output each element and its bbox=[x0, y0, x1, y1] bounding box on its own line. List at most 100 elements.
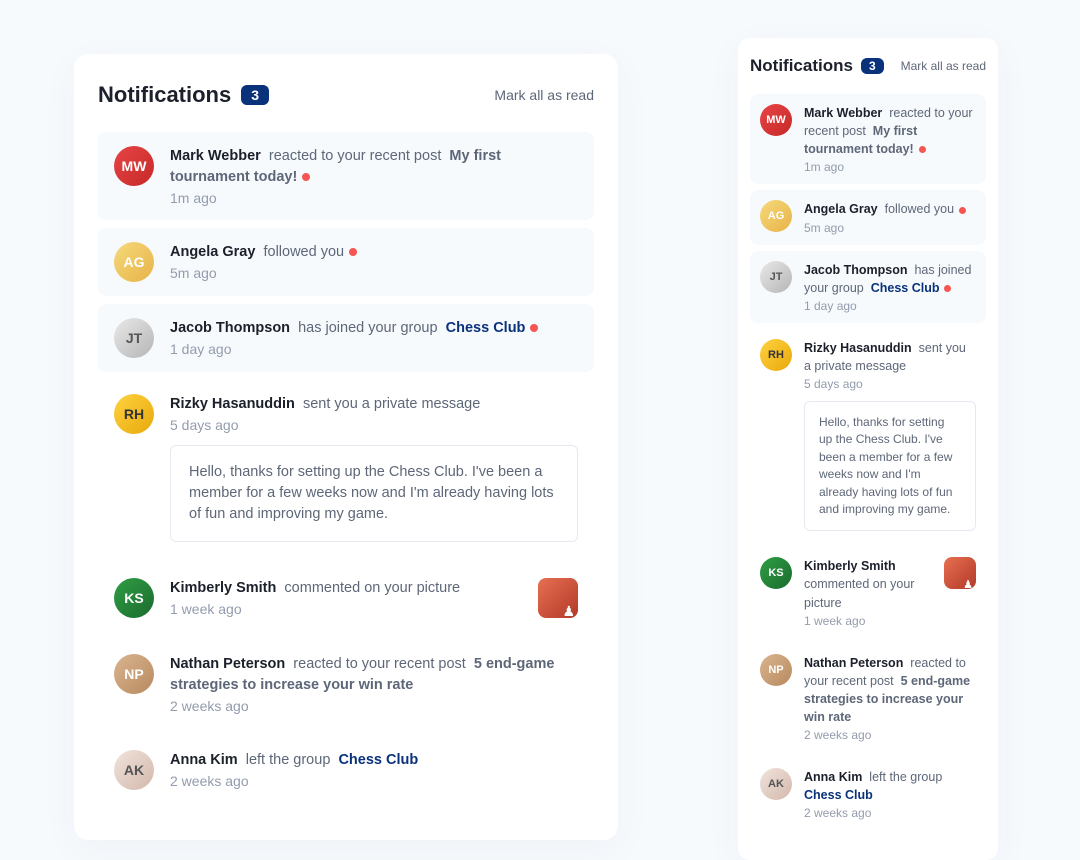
notification-item[interactable]: KSKimberly Smith commented on your pictu… bbox=[750, 547, 986, 637]
unread-dot-icon bbox=[530, 324, 538, 332]
timestamp: 5m ago bbox=[170, 265, 578, 281]
notification-body: Mark Webber reacted to your recent post … bbox=[804, 104, 976, 174]
page-title: Notifications bbox=[98, 82, 231, 108]
notification-item[interactable]: KS Kimberly Smith commented on your pictu… bbox=[98, 564, 594, 632]
target-link[interactable]: Chess Club bbox=[446, 320, 526, 336]
timestamp: 2 weeks ago bbox=[170, 773, 578, 789]
notification-body: Jacob Thompson has joined your group Che… bbox=[804, 261, 976, 313]
action-text: followed you bbox=[263, 244, 344, 260]
notification-body: Nathan Peterson reacted to your recent p… bbox=[804, 654, 976, 743]
notification-body: Mark Webber reacted to your recent post … bbox=[170, 146, 578, 206]
avatar[interactable]: RH bbox=[114, 394, 154, 434]
timestamp: 2 weeks ago bbox=[170, 698, 578, 714]
avatar[interactable]: RH bbox=[760, 339, 792, 371]
target-link[interactable]: Chess Club bbox=[804, 788, 873, 802]
notifications-list: MW Mark Webber reacted to your recent pos… bbox=[98, 132, 594, 804]
unread-dot-icon bbox=[959, 207, 966, 214]
user-name-link[interactable]: Jacob Thompson bbox=[804, 263, 907, 277]
timestamp: 1 day ago bbox=[804, 299, 976, 313]
notification-body: Angela Gray followed you 5m ago bbox=[170, 242, 578, 282]
notification-text: Angela Gray followed you bbox=[170, 242, 578, 263]
notification-item[interactable]: AK Anna Kim left the group Chess Club 2 we… bbox=[750, 758, 986, 830]
private-message-preview[interactable]: Hello, thanks for setting up the Chess C… bbox=[804, 401, 976, 531]
user-name-link[interactable]: Anna Kim bbox=[170, 752, 238, 768]
avatar[interactable]: JT bbox=[114, 318, 154, 358]
notification-text: Rizky Hasanuddin sent you a private mess… bbox=[170, 394, 578, 415]
action-text: left the group bbox=[246, 752, 331, 768]
picture-thumbnail[interactable] bbox=[538, 578, 578, 618]
user-name-link[interactable]: Kimberly Smith bbox=[170, 580, 276, 596]
notification-item[interactable]: AG Angela Gray followed you 5m ago bbox=[98, 228, 594, 296]
user-name-link[interactable]: Rizky Hasanuddin bbox=[170, 396, 295, 412]
unread-dot-icon bbox=[302, 173, 310, 181]
avatar[interactable]: JT bbox=[760, 261, 792, 293]
user-name-link[interactable]: Angela Gray bbox=[804, 202, 878, 216]
user-name-link[interactable]: Nathan Peterson bbox=[170, 656, 285, 672]
timestamp: 1m ago bbox=[804, 160, 976, 174]
page-title: Notifications bbox=[750, 56, 853, 76]
timestamp: 2 weeks ago bbox=[804, 728, 976, 742]
notification-body: Jacob Thompson has joined your group Che… bbox=[170, 318, 578, 358]
timestamp: 1 week ago bbox=[170, 601, 524, 617]
user-name-link[interactable]: Mark Webber bbox=[170, 148, 261, 164]
unread-dot-icon bbox=[944, 285, 951, 292]
timestamp: 1 day ago bbox=[170, 341, 578, 357]
notification-item[interactable]: JT Jacob Thompson has joined your group C… bbox=[98, 304, 594, 372]
notification-item[interactable]: NP Nathan Peterson reacted to your recent… bbox=[750, 644, 986, 753]
unread-dot-icon bbox=[919, 146, 926, 153]
picture-thumbnail[interactable] bbox=[944, 557, 976, 589]
user-name-link[interactable]: Mark Webber bbox=[804, 106, 882, 120]
user-name-link[interactable]: Angela Gray bbox=[170, 244, 255, 260]
avatar[interactable]: AK bbox=[114, 750, 154, 790]
notification-item[interactable]: AK Anna Kim left the group Chess Club 2 we… bbox=[98, 736, 594, 804]
action-text: followed you bbox=[885, 202, 955, 216]
notifications-panel-desktop: Notifications 3 Mark all as read MW Mark … bbox=[74, 54, 618, 840]
avatar[interactable]: NP bbox=[760, 654, 792, 686]
timestamp: 5 days ago bbox=[804, 377, 976, 391]
avatar[interactable]: NP bbox=[114, 654, 154, 694]
mark-all-read-button[interactable]: Mark all as read bbox=[901, 59, 986, 73]
panel-header: Notifications 3 Mark all as read bbox=[98, 82, 594, 108]
avatar[interactable]: KS bbox=[760, 557, 792, 589]
user-name-link[interactable]: Jacob Thompson bbox=[170, 320, 290, 336]
user-name-link[interactable]: Rizky Hasanuddin bbox=[804, 341, 912, 355]
avatar[interactable]: MW bbox=[114, 146, 154, 186]
target-link[interactable]: Chess Club bbox=[338, 752, 418, 768]
timestamp: 5m ago bbox=[804, 221, 976, 235]
private-message-preview[interactable]: Hello, thanks for setting up the Chess C… bbox=[170, 445, 578, 542]
avatar[interactable]: MW bbox=[760, 104, 792, 136]
notification-text: Nathan Peterson reacted to your recent p… bbox=[170, 654, 578, 696]
avatar[interactable]: AG bbox=[114, 242, 154, 282]
panel-header: Notifications 3 Mark all as read bbox=[750, 56, 986, 76]
timestamp: 2 weeks ago bbox=[804, 806, 976, 820]
notification-text: Anna Kim left the group Chess Club bbox=[804, 768, 976, 804]
action-text: has joined your group bbox=[298, 320, 437, 336]
notification-text: Jacob Thompson has joined your group Che… bbox=[804, 261, 976, 297]
notification-body: Rizky Hasanuddin sent you a private mess… bbox=[804, 339, 976, 532]
notification-item[interactable]: JT Jacob Thompson has joined your group C… bbox=[750, 251, 986, 323]
notification-item[interactable]: MW Mark Webber reacted to your recent pos… bbox=[98, 132, 594, 220]
notification-text: Kimberly Smith commented on your picture bbox=[170, 578, 524, 599]
avatar[interactable]: AK bbox=[760, 768, 792, 800]
notification-item[interactable]: MW Mark Webber reacted to your recent pos… bbox=[750, 94, 986, 184]
avatar[interactable]: KS bbox=[114, 578, 154, 618]
notification-item[interactable]: RH Rizky Hasanuddin sent you a private me… bbox=[750, 329, 986, 542]
user-name-link[interactable]: Kimberly Smith bbox=[804, 559, 896, 573]
notification-item[interactable]: AG Angela Gray followed you 5m ago bbox=[750, 190, 986, 244]
notification-body: Rizky Hasanuddin sent you a private mess… bbox=[170, 394, 578, 542]
mark-all-read-button[interactable]: Mark all as read bbox=[494, 87, 594, 103]
notification-text: Jacob Thompson has joined your group Che… bbox=[170, 318, 578, 339]
unread-count-badge: 3 bbox=[861, 58, 884, 74]
notification-text: Mark Webber reacted to your recent post … bbox=[804, 104, 976, 158]
user-name-link[interactable]: Nathan Peterson bbox=[804, 656, 903, 670]
notification-body: Anna Kim left the group Chess Club 2 week… bbox=[170, 750, 578, 790]
notification-item[interactable]: RH Rizky Hasanuddin sent you a private me… bbox=[98, 380, 594, 556]
action-text: left the group bbox=[869, 770, 942, 784]
timestamp: 1 week ago bbox=[804, 614, 936, 628]
avatar[interactable]: AG bbox=[760, 200, 792, 232]
action-text: reacted to your recent post bbox=[293, 656, 466, 672]
notification-item[interactable]: NP Nathan Peterson reacted to your recent… bbox=[98, 640, 594, 728]
user-name-link[interactable]: Anna Kim bbox=[804, 770, 862, 784]
target-link[interactable]: Chess Club bbox=[871, 281, 940, 295]
notification-text: Mark Webber reacted to your recent post … bbox=[170, 146, 578, 188]
